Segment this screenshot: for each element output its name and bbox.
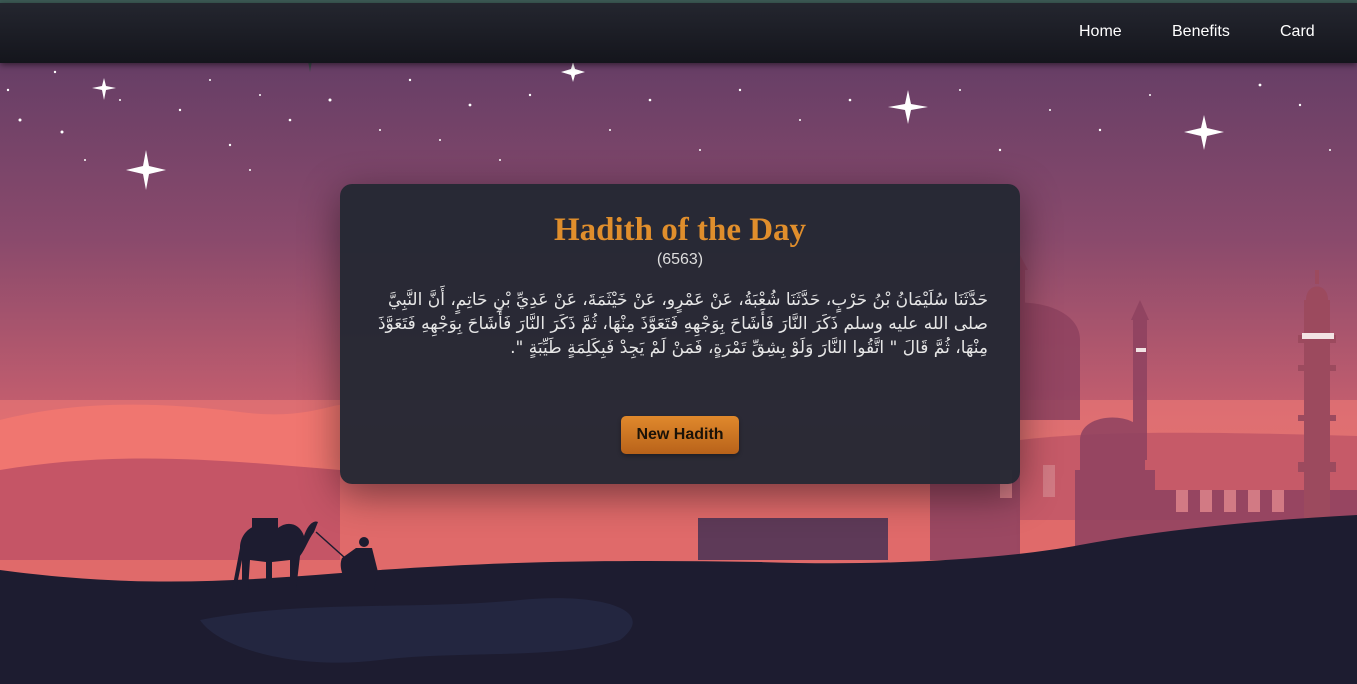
nav-link-home[interactable]: Home: [1079, 23, 1122, 41]
navbar: Home Benefits Card: [0, 3, 1357, 63]
nav-link-benefits[interactable]: Benefits: [1172, 23, 1230, 41]
hadith-number: (6563): [656, 251, 704, 268]
hadith-card: Hadith of the Day (6563) حَدَّثَنَا سُلَ…: [340, 184, 1020, 484]
hadith-title: Hadith of the Day: [553, 212, 807, 248]
hadith-text: حَدَّثَنَا سُلَيْمَانُ بْنُ حَرْبٍ، حَدَ…: [377, 290, 988, 358]
mosque-courtyard: [698, 518, 888, 560]
nav-link-card[interactable]: Card: [1280, 23, 1315, 41]
new-hadith-button[interactable]: New Hadith: [621, 416, 739, 454]
